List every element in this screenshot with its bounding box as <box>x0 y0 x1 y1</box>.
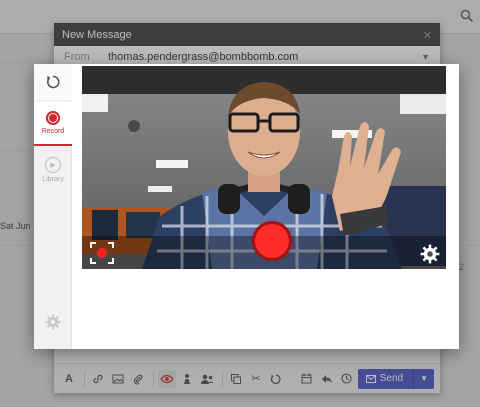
reset-button[interactable] <box>34 64 72 100</box>
recorder-sidebar: Record ▶ Library <box>34 64 72 349</box>
tab-library-label: Library <box>42 176 64 183</box>
settings-gear-icon[interactable] <box>45 314 61 330</box>
library-icon: ▶ <box>45 157 61 173</box>
record-button[interactable] <box>255 224 289 258</box>
tab-record[interactable]: Record <box>34 102 72 146</box>
video-recorder-modal: Record ▶ Library <box>34 64 459 349</box>
tab-library[interactable]: ▶ Library <box>34 148 72 192</box>
tab-record-label: Record <box>41 128 65 135</box>
camera-settings-gear-icon[interactable] <box>420 244 440 264</box>
screen-record-button[interactable] <box>88 240 116 266</box>
reset-icon <box>47 75 60 89</box>
camera-preview <box>82 66 446 269</box>
record-icon <box>46 111 60 125</box>
